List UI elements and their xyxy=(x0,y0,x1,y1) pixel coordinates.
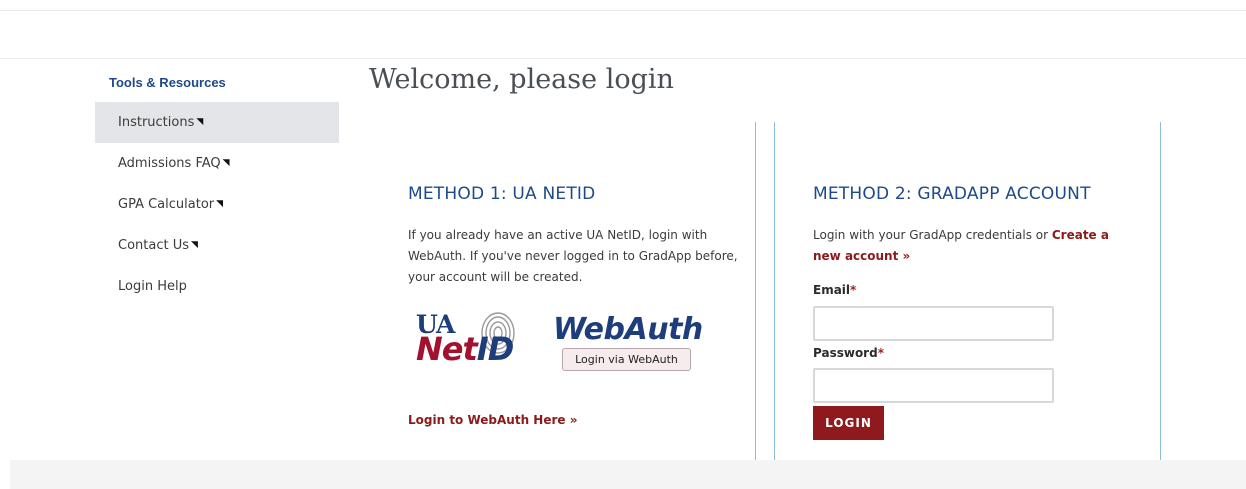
method-1-panel: METHOD 1: UA NETID If you already have a… xyxy=(369,122,756,479)
sidebar-item-contact-us[interactable]: Contact Us ◥ xyxy=(95,225,339,266)
email-label: Email* xyxy=(813,283,857,297)
sidebar: Tools & Resources Instructions ◥ Admissio… xyxy=(95,70,339,307)
sidebar-item-instructions[interactable]: Instructions ◥ xyxy=(95,102,339,143)
method-2-description: Login with your GradApp credentials or C… xyxy=(813,228,1109,263)
sidebar-item-admissions-faq[interactable]: Admissions FAQ ◥ xyxy=(95,143,339,184)
external-link-icon: ◥ xyxy=(191,240,198,250)
logo-netid-text: NetID xyxy=(416,330,514,368)
login-button[interactable]: LOGIN xyxy=(813,406,884,440)
login-via-webauth-button[interactable]: Login via WebAuth xyxy=(562,348,691,371)
webauth-logo: WebAuth xyxy=(553,312,703,347)
ua-netid-logo: UA NetID xyxy=(416,310,541,372)
login-webauth-link[interactable]: Login to WebAuth Here » xyxy=(408,413,577,427)
sidebar-item-label: Login Help xyxy=(118,279,187,294)
header-divider xyxy=(0,58,1246,59)
method-2-title: METHOD 2: GRADAPP ACCOUNT xyxy=(813,184,1091,204)
sidebar-item-label: GPA Calculator xyxy=(118,197,215,212)
method-2-panel: METHOD 2: GRADAPP ACCOUNT Login with you… xyxy=(774,122,1161,479)
external-link-icon: ◥ xyxy=(222,158,230,168)
sidebar-item-label: Instructions xyxy=(118,115,195,130)
external-link-icon: ◥ xyxy=(196,117,204,127)
sidebar-item-gpa-calculator[interactable]: GPA Calculator ◥ xyxy=(95,184,339,225)
method-1-title: METHOD 1: UA NETID xyxy=(408,184,596,204)
page-title: Welcome, please login xyxy=(369,64,674,95)
sidebar-item-label: Contact Us xyxy=(118,238,189,253)
external-link-icon: ◥ xyxy=(216,199,224,209)
method-1-description: If you already have an active UA NetID, … xyxy=(408,228,738,284)
sidebar-heading: Tools & Resources xyxy=(109,75,226,90)
password-label: Password* xyxy=(813,346,884,360)
sidebar-item-label: Admissions FAQ xyxy=(118,156,221,171)
sidebar-item-login-help[interactable]: Login Help xyxy=(95,266,339,307)
email-field[interactable] xyxy=(813,306,1054,341)
password-field[interactable] xyxy=(813,368,1054,403)
top-divider xyxy=(0,10,1246,11)
footer-band xyxy=(10,460,1246,489)
